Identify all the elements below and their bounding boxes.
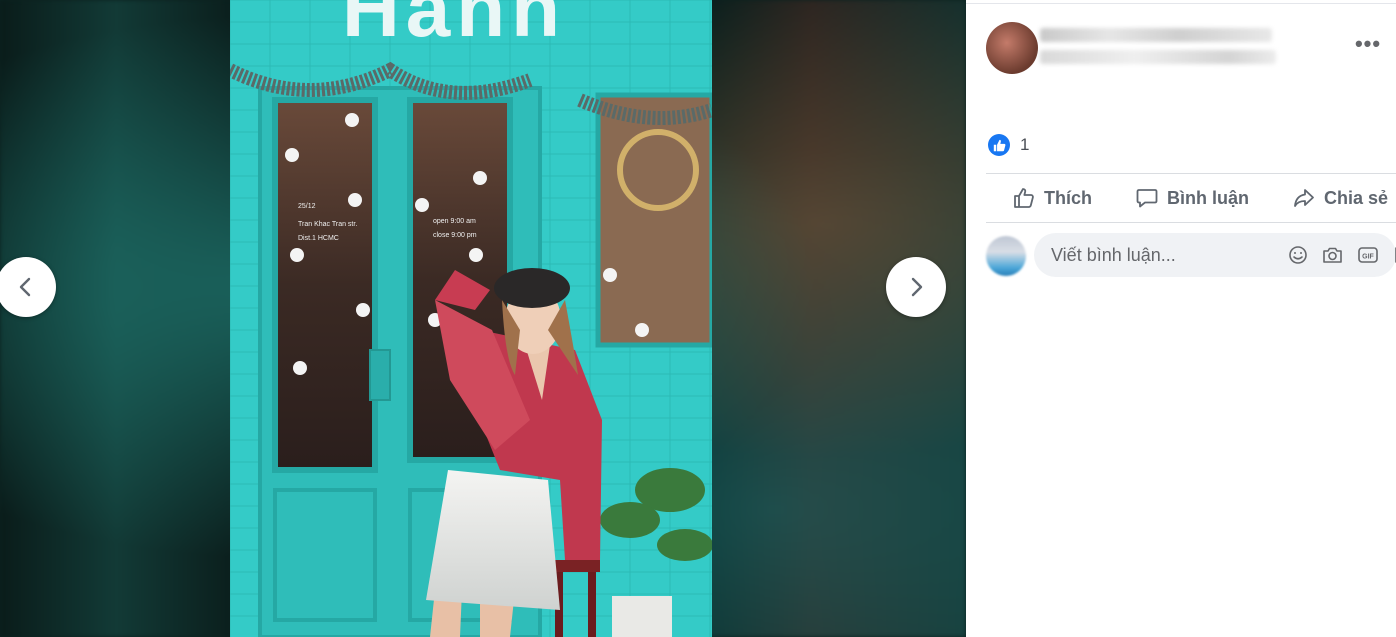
hours-sign-close: close 9:00 pm (433, 232, 477, 239)
hours-sign-open: open 9:00 am (433, 218, 476, 225)
more-horizontal-icon: ••• (1354, 31, 1382, 56)
photo-scene: Hanh 25/12 Tran Khac Tran str. Dist.1 HC… (230, 0, 712, 637)
chevron-right-icon (911, 277, 923, 297)
comment-input[interactable] (1049, 243, 1285, 267)
next-photo-button[interactable] (886, 257, 946, 317)
window-sign-street: Tran Khac Tran str. (298, 221, 357, 228)
post-side-panel: ••• 1 Thích Bình luận Chia sẻ Viết bình … (966, 0, 1396, 637)
reaction-count: 1 (1020, 135, 1030, 154)
share-label: Chia sẻ (1323, 187, 1388, 208)
gif-icon[interactable]: GIF (1355, 243, 1380, 268)
share-button[interactable]: Chia sẻ (1292, 186, 1388, 210)
like-button[interactable]: Thích (1012, 186, 1092, 210)
photo-viewer: Hanh 25/12 Tran Khac Tran str. Dist.1 HC… (0, 0, 966, 637)
comment-bubble-icon (1136, 189, 1158, 208)
thumbs-up-icon (1014, 188, 1034, 208)
camera-icon[interactable] (1320, 243, 1345, 268)
share-arrow-icon (1294, 189, 1314, 207)
commenter-avatar[interactable] (986, 236, 1026, 276)
reaction-summary[interactable]: 1 (988, 132, 1029, 158)
comment-composer: GIF (986, 233, 1396, 279)
author-avatar[interactable] (986, 22, 1038, 74)
sticker-icon[interactable] (1390, 243, 1396, 268)
chevron-left-icon (19, 277, 31, 297)
comment-button[interactable]: Bình luận (1135, 186, 1249, 210)
window-sign-date: 25/12 (298, 203, 316, 210)
emoji-icon[interactable] (1285, 243, 1310, 268)
comment-box[interactable]: GIF (1034, 233, 1396, 277)
like-reaction-icon (988, 134, 1010, 156)
shop-sign: Hanh (342, 0, 566, 53)
like-label: Thích (1044, 187, 1092, 208)
post-action-bar: Thích Bình luận Chia sẻ (986, 173, 1396, 223)
post-photo[interactable]: Hanh 25/12 Tran Khac Tran str. Dist.1 HC… (230, 0, 712, 637)
window-sign-district: Dist.1 HCMC (298, 235, 339, 242)
author-name-redacted[interactable] (1040, 28, 1272, 42)
svg-text:GIF: GIF (1362, 254, 1374, 261)
panel-divider (966, 0, 1396, 4)
comment-tools: GIF (1285, 243, 1396, 268)
comment-label: Bình luận (1166, 187, 1249, 208)
post-meta-redacted (1040, 50, 1276, 64)
more-options-button[interactable]: ••• (1350, 30, 1386, 58)
